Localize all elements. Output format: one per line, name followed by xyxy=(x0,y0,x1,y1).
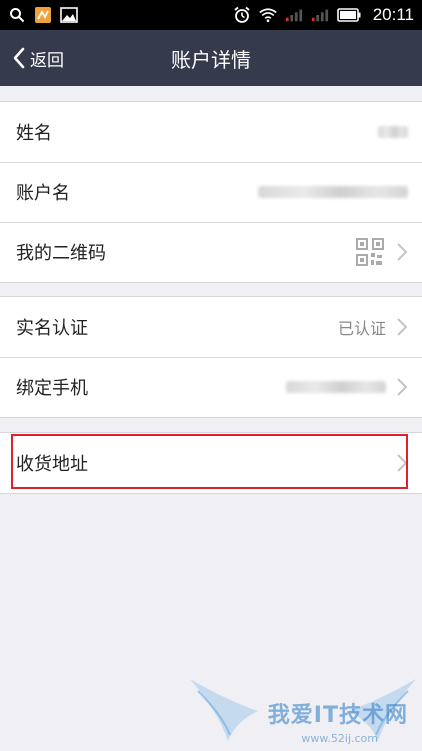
signal-icon-1 xyxy=(285,6,303,24)
row-shipping-address[interactable]: 收货地址 xyxy=(0,433,422,493)
wifi-icon xyxy=(259,6,277,24)
chevron-right-icon xyxy=(396,317,408,337)
alarm-icon xyxy=(233,6,251,24)
row-qr-code[interactable]: 我的二维码 xyxy=(0,222,422,282)
search-icon xyxy=(8,6,26,24)
wings-logo-icon xyxy=(190,679,416,741)
row-real-name-verification[interactable]: 实名认证 已认证 xyxy=(0,297,422,357)
status-right: 20:11 xyxy=(233,5,414,25)
row-label: 绑定手机 xyxy=(16,378,88,399)
row-label: 收货地址 xyxy=(16,454,88,475)
watermark: 我爱IT技术网 www.52ij.com xyxy=(188,671,418,751)
image-icon xyxy=(60,6,78,24)
status-bar: 20:11 xyxy=(0,0,422,30)
row-account-name[interactable]: 账户名 xyxy=(0,162,422,222)
status-time: 20:11 xyxy=(372,5,414,24)
watermark-text: 我爱IT技术网 xyxy=(267,703,408,728)
signal-icon-2 xyxy=(311,6,329,24)
row-label: 实名认证 xyxy=(16,318,88,339)
address-group: 收货地址 xyxy=(0,432,422,494)
app-icon xyxy=(34,6,52,24)
nav-bar: 返回 账户详情 xyxy=(0,30,422,86)
qr-code-icon xyxy=(356,238,384,266)
blurred-value xyxy=(286,381,386,393)
verification-group: 实名认证 已认证 绑定手机 xyxy=(0,296,422,418)
back-label: 返回 xyxy=(30,50,64,71)
chevron-right-icon xyxy=(396,242,408,262)
chevron-right-icon xyxy=(396,377,408,397)
row-label: 我的二维码 xyxy=(16,243,106,264)
account-info-group: 姓名 账户名 我的二维码 xyxy=(0,101,422,283)
battery-icon xyxy=(336,6,361,24)
row-label: 姓名 xyxy=(16,123,52,144)
row-name[interactable]: 姓名 xyxy=(0,102,422,162)
blurred-value xyxy=(258,186,408,198)
verification-status: 已认证 xyxy=(337,319,386,338)
watermark-url: www.52ij.com xyxy=(301,732,378,745)
blurred-value xyxy=(378,126,408,138)
status-left xyxy=(8,6,78,24)
chevron-right-icon xyxy=(396,453,408,473)
back-button[interactable]: 返回 xyxy=(12,30,64,86)
row-label: 账户名 xyxy=(16,183,70,204)
row-bound-phone[interactable]: 绑定手机 xyxy=(0,357,422,417)
chevron-left-icon xyxy=(12,47,26,69)
